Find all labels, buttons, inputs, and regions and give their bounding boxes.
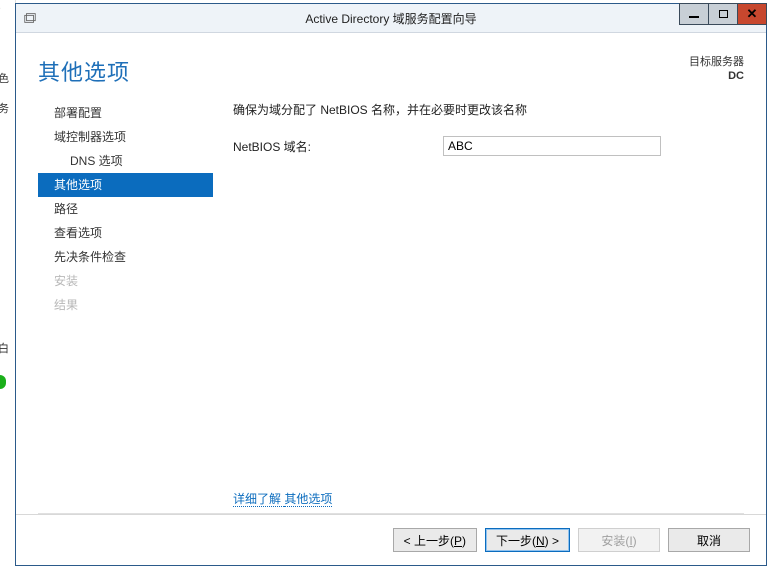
footer: < 上一步(P) 下一步(N) > 安装(I) 取消 <box>16 514 766 565</box>
wizard-window: Active Directory 域服务配置向导 ✕ 其他选项 目标服务器 DC… <box>15 3 767 566</box>
outer-background: . 色 务 白 <box>0 0 16 566</box>
nav-item-5[interactable]: 查看选项 <box>38 221 213 245</box>
window-title: Active Directory 域服务配置向导 <box>16 10 766 27</box>
prev-button[interactable]: < 上一步(P) <box>393 528 477 552</box>
nav-item-2[interactable]: DNS 选项 <box>38 149 213 173</box>
netbios-row: NetBIOS 域名: <box>233 136 744 156</box>
content-pane: 确保为域分配了 NetBIOS 名称，并在必要时更改该名称 NetBIOS 域名… <box>213 97 744 513</box>
nav-item-0[interactable]: 部署配置 <box>38 101 213 125</box>
nav-item-8: 结果 <box>38 293 213 317</box>
minimize-icon <box>689 16 699 18</box>
wizard-nav: 部署配置域控制器选项DNS 选项其他选项路径查看选项先决条件检查安装结果 <box>38 97 213 513</box>
close-icon: ✕ <box>747 9 758 19</box>
netbios-input[interactable] <box>443 136 661 156</box>
nav-item-1[interactable]: 域控制器选项 <box>38 125 213 149</box>
instruction-text: 确保为域分配了 NetBIOS 名称，并在必要时更改该名称 <box>233 101 744 118</box>
nav-item-7: 安装 <box>38 269 213 293</box>
maximize-button[interactable] <box>708 3 738 25</box>
close-button[interactable]: ✕ <box>737 3 767 25</box>
header: 其他选项 目标服务器 DC <box>16 33 766 97</box>
nav-item-3[interactable]: 其他选项 <box>38 173 213 197</box>
maximize-icon <box>719 10 728 18</box>
window-controls: ✕ <box>680 3 767 25</box>
target-server-label: 目标服务器 <box>689 55 744 69</box>
cancel-button[interactable]: 取消 <box>668 528 750 552</box>
nav-item-6[interactable]: 先决条件检查 <box>38 245 213 269</box>
install-button: 安装(I) <box>578 528 660 552</box>
titlebar: Active Directory 域服务配置向导 ✕ <box>16 4 766 33</box>
target-server-box: 目标服务器 DC <box>689 55 744 83</box>
app-icon <box>16 4 44 32</box>
nav-item-4[interactable]: 路径 <box>38 197 213 221</box>
learn-more-link[interactable]: 详细了解 其他选项 <box>233 492 332 507</box>
page-title: 其他选项 <box>38 55 130 87</box>
next-button[interactable]: 下一步(N) > <box>485 528 570 552</box>
netbios-label: NetBIOS 域名: <box>233 138 443 155</box>
minimize-button[interactable] <box>679 3 709 25</box>
target-server-value: DC <box>689 69 744 83</box>
client-area: 其他选项 目标服务器 DC 部署配置域控制器选项DNS 选项其他选项路径查看选项… <box>16 33 766 565</box>
learn-more: 详细了解 其他选项 <box>233 490 332 507</box>
